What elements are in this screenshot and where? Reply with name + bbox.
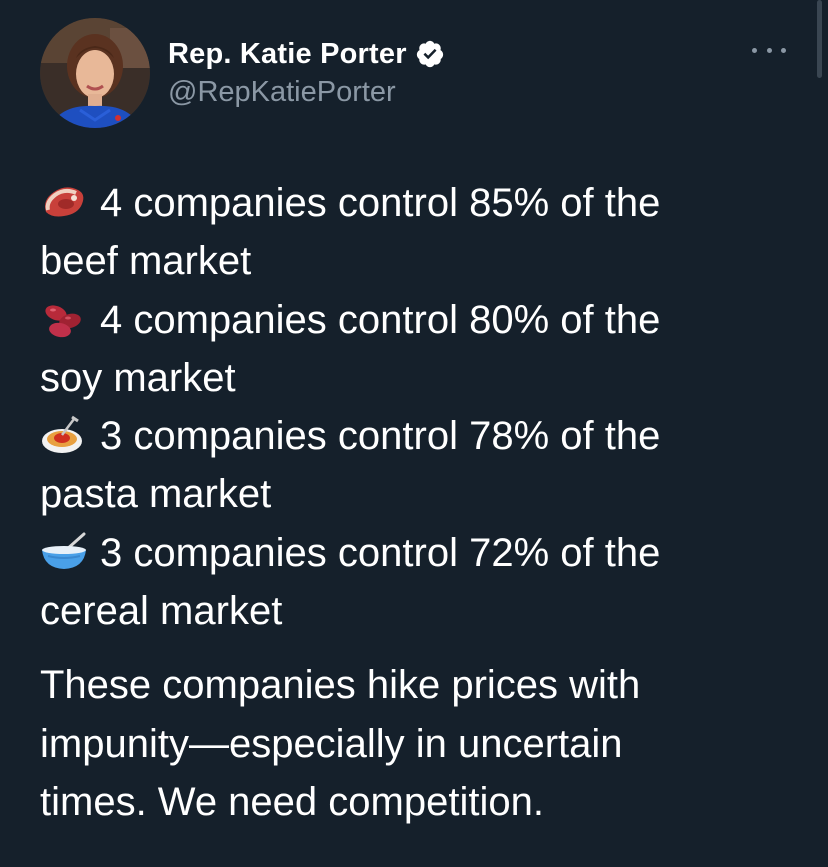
profile-photo-icon: [40, 18, 150, 128]
bowl-with-spoon-icon: [40, 532, 88, 572]
beans-icon: [40, 299, 88, 339]
more-dot: [752, 47, 757, 53]
tweet-line: 3 companies control 72% of the: [40, 524, 800, 582]
tweet-line: cereal market: [40, 582, 800, 640]
author-name-row[interactable]: Rep. Katie Porter: [168, 34, 445, 74]
meat-icon: [40, 182, 88, 222]
tweet-closing-line: impunity—especially in uncertain: [40, 721, 623, 766]
tweet-line-text: 4 companies control 85% of the: [100, 181, 661, 225]
tweet-line-text: 3 companies control 72% of the: [100, 530, 661, 575]
tweet-line: soy market: [40, 349, 800, 407]
tweet-line: 4 companies control 85% of the: [40, 174, 800, 232]
author-display-name[interactable]: Rep. Katie Porter: [168, 38, 407, 71]
scrollbar[interactable]: [817, 0, 822, 78]
avatar[interactable]: [40, 18, 150, 128]
tweet-line-text: pasta market: [40, 472, 272, 517]
verified-badge-icon: [415, 39, 445, 69]
tweet-line-text: cereal market: [40, 589, 283, 634]
tweet-line: 4 companies control 80% of the: [40, 291, 800, 349]
tweet-closing-line: These companies hike prices with: [40, 663, 641, 708]
tweet: Rep. Katie Porter @RepKatiePorter 4 comp…: [0, 0, 828, 867]
tweet-line: beef market: [40, 232, 800, 290]
tweet-line: 3 companies control 78% of the: [40, 407, 800, 465]
tweet-line-text: 3 companies control 78% of the: [100, 414, 661, 459]
spaghetti-icon: [40, 415, 88, 455]
more-dot: [781, 47, 786, 53]
tweet-body: 4 companies control 85% of the beef mark…: [40, 174, 800, 831]
more-dot: [766, 47, 772, 53]
tweet-line-text: beef market: [40, 239, 252, 284]
tweet-line-text: 4 companies control 80% of the: [100, 297, 661, 342]
tweet-closing: These companies hike prices with impunit…: [40, 656, 800, 831]
author-handle[interactable]: @RepKatiePorter: [168, 76, 396, 109]
tweet-closing-line: times. We need competition.: [40, 779, 544, 824]
more-options-icon[interactable]: [752, 40, 786, 60]
tweet-line-text: soy market: [40, 355, 236, 400]
tweet-line: pasta market: [40, 465, 800, 523]
